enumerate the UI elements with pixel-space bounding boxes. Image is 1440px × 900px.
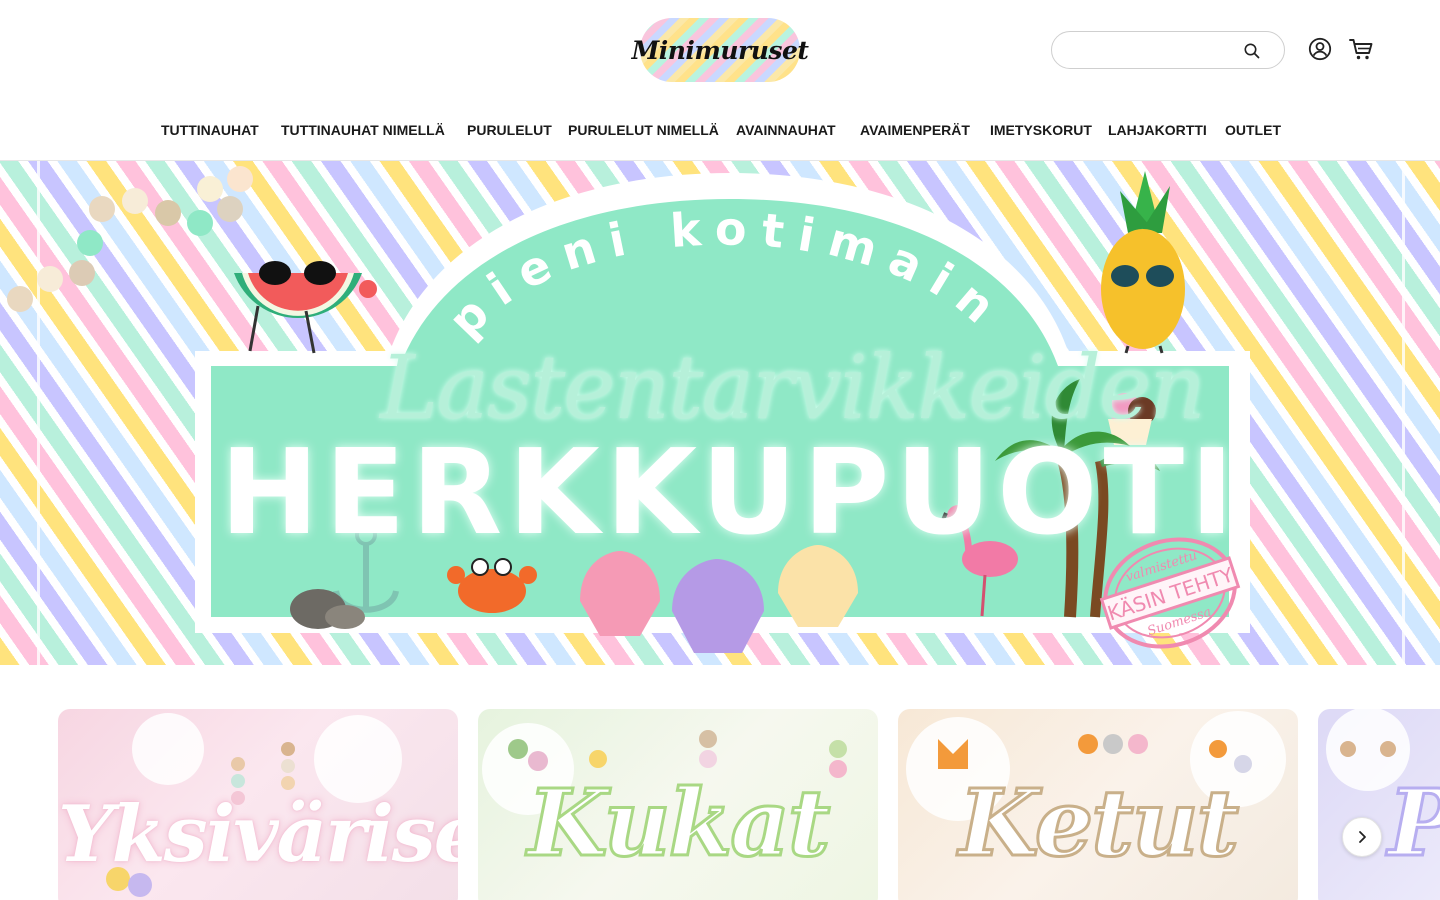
nav-item-tuttinauhat[interactable]: TUTTINAUHAT <box>161 122 259 138</box>
nav-item-avainnauhat[interactable]: AVAINNAUHAT <box>736 122 836 138</box>
collection-title: Ketut <box>957 768 1240 879</box>
hero-small-text: pieni kotimainen <box>440 191 1002 347</box>
hero-headline: HERKKUPUOTI <box>220 423 1240 561</box>
logo-text: Minimuruset <box>631 35 809 65</box>
collection-card-kukat[interactable]: Kukat <box>478 709 878 900</box>
store-logo[interactable]: Minimuruset <box>632 18 809 82</box>
collection-card-yksivariset[interactable]: Yksiväriset <box>58 709 458 900</box>
nav-item-outlet[interactable]: OUTLET <box>1225 122 1281 138</box>
collection-card-partial[interactable]: P <box>1318 709 1440 900</box>
cart-icon[interactable] <box>1348 36 1374 62</box>
search-icon[interactable] <box>1242 41 1262 61</box>
main-navigation: TUTTINAUHAT TUTTINAUHAT NIMELLÄ PURULELU… <box>0 122 1440 142</box>
carousel-next-button[interactable] <box>1342 817 1382 857</box>
nav-item-imetyskorut[interactable]: IMETYSKORUT <box>990 122 1092 138</box>
nav-item-purulelut[interactable]: PURULELUT <box>467 122 552 138</box>
nav-item-purulelut-nimella[interactable]: PURULELUT NIMELLÄ <box>568 122 719 138</box>
handmade-stamp: KÄSIN TEHTY valmistettu Suomessa <box>1099 537 1241 649</box>
pineapple-illustration <box>1101 171 1185 354</box>
svg-text:pieni kotimainen: pieni kotimainen <box>440 191 1016 347</box>
nav-item-tuttinauhat-nimella[interactable]: TUTTINAUHAT NIMELLÄ <box>281 122 445 138</box>
bead-garland <box>7 166 253 312</box>
account-icon[interactable] <box>1308 37 1332 61</box>
collection-title: Yksiväriset <box>58 789 458 880</box>
collection-title: P <box>1387 768 1440 879</box>
nav-item-lahjakortti[interactable]: LAHJAKORTTI <box>1108 122 1207 138</box>
hero-banner[interactable]: pieni kotimainen Lastentarvikkeiden HERK… <box>0 161 1440 665</box>
watermelon-illustration <box>234 261 377 354</box>
seashells-illustration <box>580 545 858 653</box>
collection-card-ketut[interactable]: Ketut <box>898 709 1298 900</box>
site-header: Minimuruset TUTTINAUHAT TUTTINAUHAT NIME… <box>0 0 1440 161</box>
chevron-right-icon <box>1359 831 1366 843</box>
collections-carousel: Yksiväriset Kukat Ketut P <box>0 709 1440 900</box>
search-box[interactable] <box>1051 31 1285 69</box>
collection-title: Kukat <box>526 768 832 879</box>
nav-item-avaimenperat[interactable]: AVAIMENPERÄT <box>860 122 970 138</box>
search-input[interactable] <box>1068 32 1248 68</box>
